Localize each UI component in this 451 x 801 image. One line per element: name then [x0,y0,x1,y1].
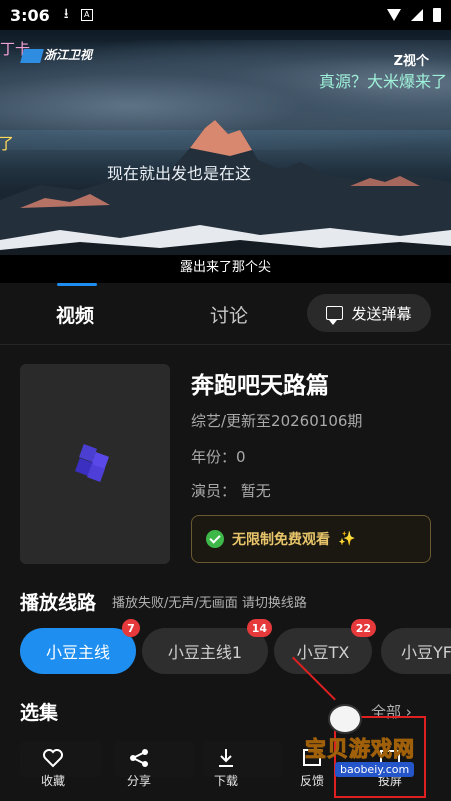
channel-logo: 浙江卫视 [20,46,93,63]
danmaku-item: 现在就出发也是在这 [107,164,252,183]
line-button[interactable]: 小豆YF [381,628,451,674]
show-title: 奔跑吧天路篇 [191,373,329,399]
chat-icon [326,306,344,325]
favorite-label: 收藏 [40,774,65,788]
danmaku-item: 了 [0,134,15,153]
download-icon [219,749,233,767]
free-watch-label: 无限制免费观看 [232,532,330,548]
logo-icon [75,444,109,482]
favorite-button[interactable]: 收藏 [23,748,83,789]
line-label: 小豆YF [401,643,451,662]
download-button[interactable]: 下载 [196,748,256,789]
line-label: 小豆TX [296,643,350,662]
line-button[interactable]: 小豆主线 7 [20,619,140,674]
count-badge: 7 [122,619,140,637]
show-year: 年份：0 [191,448,246,466]
share-button[interactable]: 分享 [109,748,169,789]
watermark-url: baobeiy.com [335,762,415,777]
line-label: 小豆主线 [45,643,110,662]
tab-indicator [57,283,97,286]
video-player[interactable]: 丁卡 浙江卫视 Z视个 真源？大米爆来了 了 现在就出发也是在这 露出来了那个尖 [0,30,451,283]
free-watch-banner[interactable]: 无限制免费观看 ✨ [191,515,431,563]
wifi-icon [387,9,401,21]
download-label: 下载 [213,774,238,788]
share-icon [130,749,148,767]
battery-icon [433,8,441,22]
download-icon: ⭳ [63,6,69,22]
gamepad-mascot-icon [328,704,362,734]
heart-icon [43,749,63,768]
line-button[interactable]: 小豆主线1 14 [142,619,272,674]
channel-logo-mark [20,48,44,63]
show-actors: 演员： 暂无 [191,482,271,500]
share-label: 分享 [126,774,151,788]
tab-bar: 视频 讨论 发送弹幕 [0,283,451,345]
line-label: 小豆主线1 [167,643,243,662]
feedback-label: 反馈 [299,774,324,788]
sparkle-icon: ✨ [338,531,356,547]
signal-icon [411,9,423,21]
lines-note: 播放失败/无声/无画面 请切换线路 [112,596,307,611]
count-badge: 14 [246,619,272,637]
tab-video[interactable]: 视频 [56,301,94,328]
poster-placeholder [20,364,170,564]
danmaku-item: 真源？大米爆来了 [318,72,447,91]
check-circle-icon [206,530,224,548]
notification-icon: A [80,9,93,21]
subtitle-text: 露出来了那个尖 [179,260,271,275]
send-danmaku-button[interactable]: 发送弹幕 [307,294,431,332]
corner-logo: Z视个 [393,54,429,69]
show-category: 综艺/更新至20260106期 [191,412,363,430]
send-danmaku-label: 发送弹幕 [351,304,412,323]
status-bar: 3:06 ⭳ A [0,0,451,30]
watermark-text: 宝贝游戏网 [305,737,415,762]
episodes-title: 选集 [20,702,59,724]
tab-discuss[interactable]: 讨论 [210,301,248,328]
status-time: 3:06 [10,5,50,25]
line-button[interactable]: 小豆TX 22 [274,619,376,674]
lines-title: 播放线路 [20,592,97,614]
count-badge: 22 [350,619,376,637]
channel-logo-text: 浙江卫视 [44,48,93,62]
